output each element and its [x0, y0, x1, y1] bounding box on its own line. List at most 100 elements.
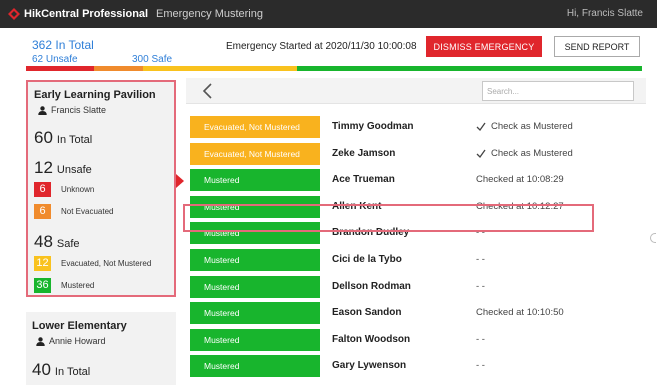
check-time: - -	[476, 281, 485, 292]
unsafe-stat-label: Unsafe	[56, 164, 92, 176]
row-detail-text: Checked at 10:12:27	[476, 200, 564, 212]
check-time: - -	[476, 227, 485, 238]
person-name: Ace Trueman	[332, 174, 395, 186]
person-name: Falton Woodson	[332, 333, 411, 345]
total-stat: 40 In Total	[32, 360, 90, 380]
mustering-progress-bar	[26, 66, 642, 71]
user-menu[interactable]: Hi, Francis Slatte	[567, 8, 643, 19]
group-manager: Annie Howard	[36, 336, 106, 346]
person-name: Allen Kent	[332, 200, 382, 212]
row-detail-text: - -	[476, 280, 485, 292]
group-card-selected[interactable]: Early Learning Pavilion Francis Slatte 6…	[26, 80, 176, 297]
check-as-mustered-action[interactable]: Check as Mustered	[476, 121, 573, 132]
selected-group-pointer	[176, 174, 184, 188]
row-detail-text: Checked at 10:08:29	[476, 174, 564, 186]
not-evacuated-stat[interactable]: 6 Not Evacuated	[34, 204, 113, 219]
group-title: Lower Elementary	[32, 320, 127, 332]
list-row[interactable]: Mustered Ace Trueman Checked at 10:08:29	[186, 168, 646, 192]
status-badge: Mustered	[190, 275, 320, 298]
module-name: Emergency Mustering	[156, 8, 263, 20]
list-toolbar	[186, 78, 646, 104]
person-list-panel: Evacuated, Not Mustered Timmy Goodman Chec…	[186, 78, 646, 385]
group-title: Early Learning Pavilion	[34, 89, 156, 101]
list-row[interactable]: Mustered Dellson Rodman - -	[186, 275, 646, 299]
row-detail-text: - -	[476, 254, 485, 265]
total-stat-label: In Total	[54, 366, 91, 378]
total-stat-number: 60	[34, 128, 53, 147]
list-row[interactable]: Evacuated, Not Mustered Timmy Goodman Chec…	[186, 115, 646, 139]
progress-segment	[143, 66, 298, 71]
send-report-button[interactable]: SEND REPORT	[554, 36, 640, 57]
checkmark-icon	[476, 122, 486, 131]
person-icon	[38, 105, 47, 115]
person-name: Dellson Rodman	[332, 280, 411, 292]
status-badge: Mustered	[190, 249, 320, 271]
side-handle[interactable]	[650, 233, 656, 243]
group-manager-name: Francis Slatte	[51, 105, 107, 115]
safe-stat: 48 Safe	[34, 232, 80, 252]
safe-stat-label: Safe	[56, 238, 80, 250]
row-detail-text: - -	[476, 227, 485, 239]
check-as-mustered-action[interactable]: Check as Mustered	[476, 148, 573, 159]
list-row[interactable]: Mustered Allen Kent Checked at 10:12:27	[186, 195, 646, 219]
row-detail-text: Check as Mustered	[491, 147, 573, 159]
person-name: Cici de la Tybo	[332, 254, 402, 265]
status-badge: Evacuated, Not Mustered	[190, 116, 320, 138]
safe-stat-number: 48	[34, 232, 53, 251]
status-badge: Mustered	[190, 195, 320, 218]
list-row[interactable]: Mustered Cici de la Tybo - -	[186, 248, 646, 272]
row-detail-text: - -	[476, 333, 485, 345]
status-badge: Mustered	[190, 328, 320, 351]
total-stat-number: 40	[32, 360, 51, 379]
unknown-count: 6	[34, 182, 51, 197]
list-row[interactable]: Mustered Gary Lywenson - -	[186, 354, 646, 378]
unsafe-count-link[interactable]: 62 Unsafe	[32, 54, 78, 65]
not-evacuated-label: Not Evacuated	[61, 207, 114, 216]
status-badge: Evacuated, Not Mustered	[190, 142, 320, 165]
not-evacuated-count: 6	[34, 204, 51, 219]
list-row[interactable]: Mustered Eason Sandon Checked at 10:10:50	[186, 301, 646, 325]
check-time: - -	[476, 334, 485, 345]
group-card[interactable]: Lower Elementary Annie Howard 40 In Total	[26, 312, 176, 385]
person-name: Zeke Jamson	[332, 147, 396, 159]
evacuated-not-mustered-stat[interactable]: 12 Evacuated, Not Mustered	[34, 256, 151, 271]
person-name: Brandon Dudley	[332, 227, 410, 239]
back-chevron-icon[interactable]	[200, 82, 216, 100]
app-name: HikCentral Professional	[24, 8, 149, 20]
list-row[interactable]: Mustered Falton Woodson - -	[186, 328, 646, 352]
evacuated-not-mustered-count: 12	[34, 256, 51, 271]
person-name: Eason Sandon	[332, 307, 402, 319]
progress-segment	[26, 66, 94, 71]
group-manager-name: Annie Howard	[49, 336, 106, 346]
person-name: Gary Lywenson	[332, 360, 407, 372]
status-badge: Mustered	[190, 302, 320, 325]
status-badge: Mustered	[190, 355, 320, 378]
mustered-stat[interactable]: 36 Mustered	[34, 278, 94, 293]
dismiss-emergency-button[interactable]: DISMISS EMERGENCY	[426, 36, 542, 57]
person-name: Timmy Goodman	[332, 121, 414, 132]
progress-segment	[297, 66, 642, 71]
emergency-start-time: Emergency Started at 2020/11/30 10:00:08	[226, 41, 417, 52]
hikcentral-logo-icon	[8, 8, 20, 20]
check-time: - -	[476, 360, 485, 371]
unknown-stat[interactable]: 6 Unknown	[34, 182, 94, 197]
search-input[interactable]	[482, 81, 634, 101]
unknown-label: Unknown	[61, 185, 95, 194]
check-time: Checked at 10:12:27	[476, 201, 564, 212]
progress-segment	[93, 66, 144, 71]
total-count-link[interactable]: 362 In Total	[32, 38, 94, 52]
list-row[interactable]: Evacuated, Not Mustered Zeke Jamson Check …	[186, 142, 646, 166]
check-time: Checked at 10:10:50	[476, 307, 564, 318]
status-badge: Mustered	[190, 222, 320, 245]
evacuated-not-mustered-label: Evacuated, Not Mustered	[61, 259, 152, 268]
row-detail-text: Checked at 10:10:50	[476, 307, 564, 319]
unsafe-stat: 12 Unsafe	[34, 158, 92, 178]
checkmark-icon	[476, 149, 486, 158]
check-time: Checked at 10:08:29	[476, 174, 564, 185]
safe-count-link[interactable]: 300 Safe	[132, 54, 172, 65]
status-badge: Mustered	[190, 169, 320, 192]
row-detail-text: Check as Mustered	[491, 121, 573, 132]
person-icon	[36, 336, 45, 346]
top-bar: HikCentral Professional Emergency Muster…	[0, 0, 657, 28]
list-row[interactable]: Mustered Brandon Dudley - -	[186, 221, 646, 245]
